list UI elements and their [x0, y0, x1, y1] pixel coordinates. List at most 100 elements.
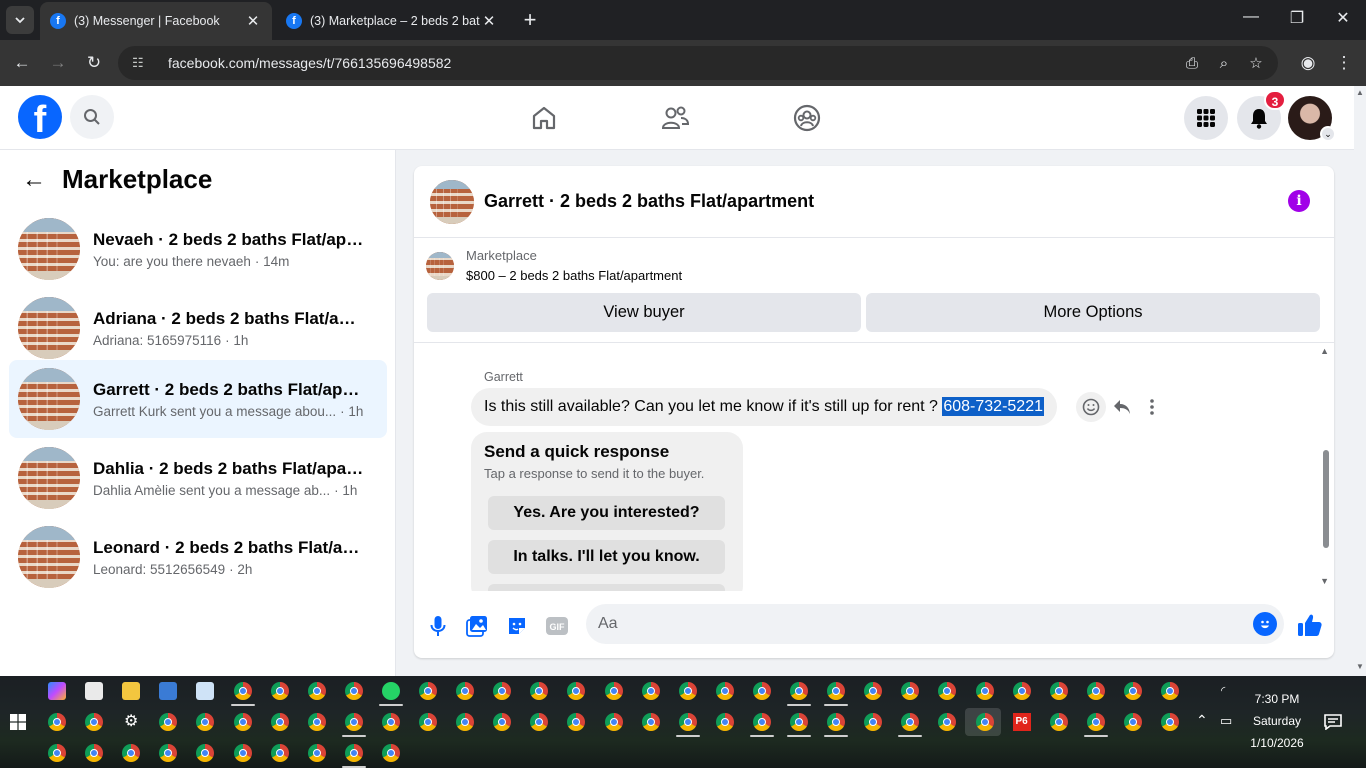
tab-search-button[interactable] [6, 6, 34, 34]
attach-media-button[interactable] [464, 613, 490, 639]
chrome-taskbar-icon[interactable] [752, 682, 771, 700]
chrome-taskbar-icon[interactable] [493, 713, 512, 731]
back-arrow-icon[interactable]: ← [9, 50, 35, 76]
chrome-taskbar-icon[interactable] [493, 682, 512, 700]
chrome-taskbar-icon[interactable] [567, 682, 586, 700]
chrome-taskbar-icon[interactable] [307, 682, 326, 700]
chrome-taskbar-icon[interactable] [715, 682, 734, 700]
chrome-taskbar-icon[interactable] [159, 744, 178, 762]
chat-scrollbar-thumb[interactable] [1323, 450, 1329, 548]
notepad-icon[interactable] [196, 682, 215, 700]
phone-number-selection[interactable]: 608-732-5221 [942, 397, 1044, 416]
show-hidden-icons-chevron-icon[interactable]: ⌃ [1196, 712, 1208, 729]
install-app-icon[interactable]: ⎙ [1176, 55, 1208, 72]
chrome-taskbar-icon[interactable] [419, 713, 437, 731]
reply-button[interactable] [1107, 392, 1137, 422]
conversation-item-adriana[interactable]: Adriana · 2 beds 2 baths Flat/apart... A… [9, 289, 387, 367]
chrome-taskbar-icon[interactable] [1049, 713, 1068, 731]
menu-kebab-icon[interactable]: ⋮ [1331, 50, 1357, 76]
view-buyer-button[interactable]: View buyer [427, 293, 861, 332]
scroll-up-arrow-icon[interactable]: ▲ [1320, 346, 1329, 356]
tab-messenger[interactable]: f (3) Messenger | Facebook ✕ [40, 2, 272, 40]
more-options-button[interactable]: More Options [866, 293, 1320, 332]
settings-icon[interactable]: ⚙ [122, 713, 140, 731]
chrome-taskbar-icon[interactable] [790, 713, 808, 731]
chrome-taskbar-icon[interactable] [456, 713, 475, 731]
sticker-button[interactable] [504, 613, 530, 639]
store-icon[interactable] [85, 682, 104, 700]
notification-center-icon[interactable] [1324, 714, 1342, 730]
info-icon[interactable]: i [1288, 190, 1310, 212]
react-button[interactable] [1076, 392, 1106, 422]
home-nav-button[interactable] [528, 102, 560, 134]
chrome-taskbar-icon[interactable] [344, 682, 363, 700]
site-info-icon[interactable]: ☷ [132, 55, 152, 71]
chrome-taskbar-icon[interactable] [159, 713, 178, 731]
chrome-taskbar-icon[interactable] [715, 713, 734, 731]
quick-response-option-partial[interactable] [488, 584, 725, 591]
clock-time[interactable]: 7:30 PM [1246, 692, 1308, 706]
tab-marketplace[interactable]: f (3) Marketplace – 2 beds 2 bath ✕ [276, 2, 508, 40]
chrome-taskbar-icon[interactable] [344, 713, 363, 731]
forward-arrow-icon[interactable]: → [45, 50, 71, 76]
chrome-taskbar-icon[interactable] [938, 713, 957, 731]
chrome-taskbar-icon[interactable] [48, 744, 66, 762]
restore-icon[interactable]: ❐ [1282, 8, 1312, 28]
conversation-item-garrett[interactable]: Garrett · 2 beds 2 baths Flat/apart... G… [9, 360, 387, 438]
clock-date[interactable]: 1/10/2026 [1240, 736, 1314, 750]
chrome-taskbar-icon[interactable] [196, 744, 215, 762]
scroll-up-arrow-icon[interactable]: ▲ [1356, 88, 1364, 97]
close-tab-icon[interactable]: ✕ [480, 12, 498, 30]
windows-start-icon[interactable] [10, 714, 26, 730]
chrome-taskbar-icon[interactable] [901, 682, 920, 700]
chrome-taskbar-icon[interactable] [1161, 713, 1179, 731]
listing-summary[interactable]: Marketplace $800 – 2 beds 2 baths Flat/a… [426, 248, 682, 283]
files-icon[interactable] [122, 682, 141, 700]
menu-grid-button[interactable] [1184, 96, 1228, 140]
chrome-taskbar-icon[interactable] [196, 713, 215, 731]
chrome-taskbar-icon[interactable] [1086, 713, 1105, 731]
friends-nav-button[interactable] [659, 102, 691, 134]
address-bar[interactable]: ☷ facebook.com/messages/t/76613569649858… [118, 46, 1278, 80]
chrome-taskbar-icon[interactable] [827, 682, 846, 700]
conversation-item-dahlia[interactable]: Dahlia · 2 beds 2 baths Flat/apart... Da… [9, 439, 387, 517]
chrome-taskbar-icon[interactable] [233, 713, 252, 731]
message-input[interactable] [586, 604, 1284, 644]
scroll-down-arrow-icon[interactable]: ▼ [1356, 662, 1364, 671]
clock-day[interactable]: Saturday [1246, 714, 1308, 728]
search-button[interactable] [70, 95, 114, 139]
wifi-icon[interactable]: ◜ [1221, 684, 1225, 697]
chrome-taskbar-icon[interactable] [307, 713, 326, 731]
emoji-picker-button[interactable] [1253, 612, 1277, 636]
chrome-taskbar-icon[interactable] [938, 682, 957, 700]
conversation-item-leonard[interactable]: Leonard · 2 beds 2 baths Flat/apar... Le… [9, 518, 387, 596]
chrome-taskbar-icon[interactable] [270, 744, 289, 762]
chrome-taskbar-icon[interactable] [604, 713, 623, 731]
chrome-taskbar-icon[interactable] [270, 682, 289, 700]
network-icon[interactable]: ▭ [1220, 713, 1232, 729]
close-window-icon[interactable]: ✕ [1328, 8, 1358, 28]
chrome-taskbar-icon[interactable] [678, 682, 697, 700]
p6-app-icon[interactable]: P6 [1012, 713, 1031, 731]
gif-button[interactable]: GIF [544, 613, 570, 639]
chrome-taskbar-icon[interactable] [864, 682, 883, 700]
chrome-taskbar-icon[interactable] [530, 682, 549, 700]
account-avatar[interactable]: ⌄ [1288, 96, 1336, 142]
chrome-taskbar-icon[interactable] [975, 682, 994, 700]
chrome-taskbar-icon[interactable] [752, 713, 771, 731]
profile-icon[interactable]: ◉ [1295, 50, 1321, 76]
zoom-icon[interactable]: ⌕ [1208, 55, 1240, 72]
page-scrollbar[interactable]: ▲ ▼ [1354, 86, 1366, 676]
more-actions-button[interactable] [1137, 392, 1167, 422]
chrome-taskbar-icon[interactable] [344, 744, 363, 762]
chrome-taskbar-icon[interactable] [530, 713, 549, 731]
new-tab-button[interactable]: + [518, 9, 542, 33]
chrome-taskbar-icon[interactable] [641, 713, 660, 731]
chrome-taskbar-icon[interactable] [381, 744, 400, 762]
chrome-taskbar-icon[interactable] [1161, 682, 1179, 700]
chrome-taskbar-icon[interactable] [901, 713, 920, 731]
whatsapp-icon[interactable] [381, 682, 400, 700]
chrome-taskbar-icon[interactable] [790, 682, 808, 700]
send-like-button[interactable] [1296, 611, 1324, 639]
chrome-taskbar-icon[interactable] [85, 744, 104, 762]
